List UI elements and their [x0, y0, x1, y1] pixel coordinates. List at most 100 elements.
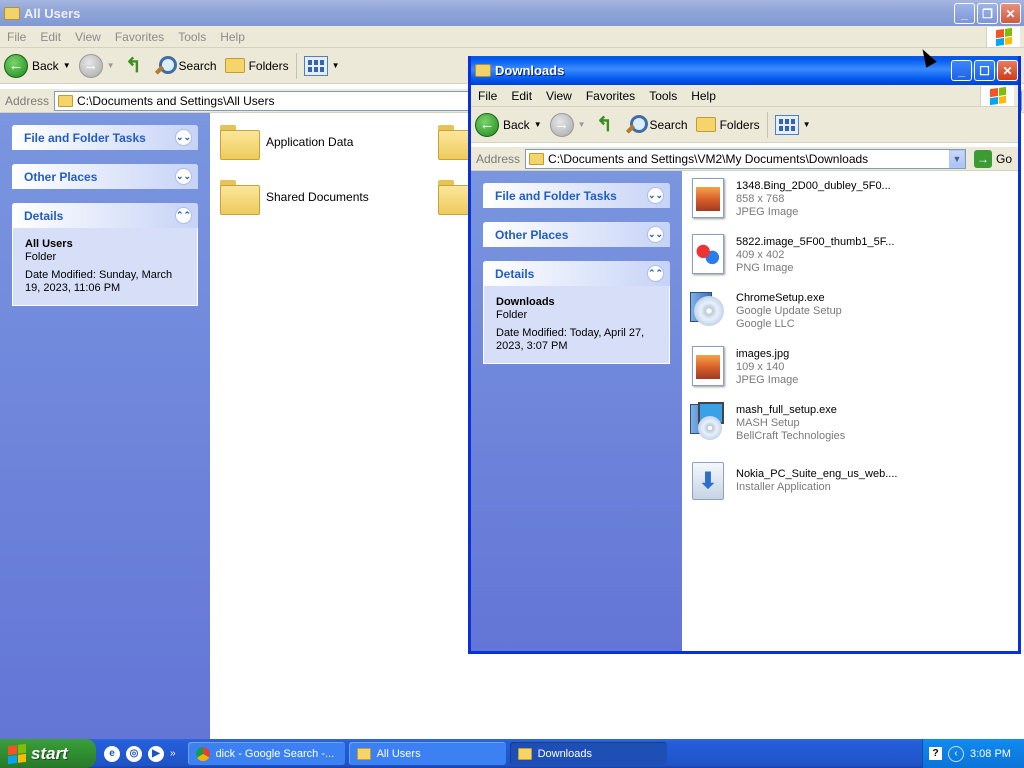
toolbar: ← Back ▼ → ▼ ↰ Search Folders ▼ [471, 107, 1018, 143]
search-button[interactable]: Search [149, 51, 221, 81]
jpeg-file-icon [688, 176, 728, 222]
folder-icon [529, 152, 545, 165]
menu-file[interactable]: File [471, 89, 504, 103]
back-button[interactable]: ← Back ▼ [0, 51, 75, 81]
folder-icon [517, 747, 532, 760]
file-item[interactable]: images.jpg 109 x 140 JPEG Image [688, 344, 798, 390]
folder-icon [4, 6, 20, 20]
expand-icon[interactable]: ⌄⌄ [175, 168, 192, 185]
menu-help[interactable]: Help [213, 30, 252, 44]
other-places-panel[interactable]: Other Places ⌄⌄ [12, 164, 198, 189]
file-item[interactable]: ChromeSetup.exe Google Update Setup Google… [688, 288, 842, 334]
go-button[interactable]: → Go [968, 149, 1018, 168]
file-item[interactable]: mash_full_setup.exe MASH Setup BellCraft T… [688, 400, 845, 446]
file-folder-tasks-panel[interactable]: File and Folder Tasks ⌄⌄ [483, 183, 670, 208]
jpeg-file-icon [688, 344, 728, 390]
folder-item[interactable]: Application Data [220, 125, 353, 160]
forward-button[interactable]: → ▼ [546, 110, 590, 140]
taskbar-item-all-users[interactable]: All Users [348, 742, 506, 765]
titlebar[interactable]: Downloads _ ☐ ✕ [471, 56, 1018, 85]
expand-icon[interactable]: ⌄⌄ [175, 129, 192, 146]
folder-icon [220, 125, 260, 160]
menu-file[interactable]: File [0, 30, 33, 44]
back-button[interactable]: ← Back ▼ [471, 110, 546, 140]
file-item[interactable]: 1348.Bing_2D00_dubley_5F0... 858 x 768 JPE… [688, 176, 891, 222]
up-button[interactable]: ↰ [119, 51, 149, 81]
views-icon [774, 114, 799, 135]
chevron-icon[interactable]: » [170, 748, 176, 759]
forward-arrow-icon: → [78, 53, 103, 78]
downloads-window[interactable]: Downloads _ ☐ ✕ File Edit View Favorites… [468, 56, 1021, 654]
media-player-icon[interactable]: ▶ [148, 745, 164, 762]
taskbar: start e ◎ ▶ » dick - Google Search -... … [0, 739, 1024, 768]
up-folder-icon: ↰ [125, 55, 142, 77]
menu-view[interactable]: View [68, 30, 108, 44]
details-panel: Details ⌃⌃ Downloads Folder Date Modified… [483, 261, 670, 364]
close-button[interactable]: ✕ [1000, 3, 1021, 24]
file-item[interactable]: 5822.image_5F00_thumb1_5F... 409 x 402 PNG… [688, 232, 894, 278]
window-title: All Users [24, 5, 81, 21]
views-icon [303, 55, 328, 76]
menu-edit[interactable]: Edit [33, 30, 68, 44]
start-button[interactable]: start [0, 739, 96, 768]
browser-icon[interactable]: ◎ [126, 745, 142, 762]
collapse-icon[interactable]: ⌃⌃ [175, 207, 192, 224]
folders-button[interactable]: Folders [221, 51, 293, 81]
close-button[interactable]: ✕ [997, 60, 1018, 81]
back-arrow-icon: ← [4, 53, 28, 78]
help-icon[interactable]: ? [929, 747, 942, 760]
png-file-icon [688, 232, 728, 278]
menu-favorites[interactable]: Favorites [579, 89, 642, 103]
back-arrow-icon: ← [475, 112, 499, 137]
taskbar-item-chrome[interactable]: dick - Google Search -... [187, 742, 345, 765]
folders-button[interactable]: Folders [692, 110, 764, 140]
windows-logo [980, 86, 1014, 106]
other-places-panel[interactable]: Other Places ⌄⌄ [483, 222, 670, 247]
minimize-button[interactable]: _ [954, 3, 975, 24]
folder-icon [220, 180, 260, 215]
menu-bar: File Edit View Favorites Tools Help [0, 26, 1024, 48]
file-list: 1348.Bing_2D00_dubley_5F0... 858 x 768 JPE… [682, 171, 1018, 651]
views-button[interactable]: ▼ [300, 51, 344, 81]
menu-help[interactable]: Help [684, 89, 723, 103]
expand-icon[interactable]: ⌄⌄ [647, 226, 664, 243]
restore-button[interactable]: ❐ [977, 3, 998, 24]
collapse-icon[interactable]: ⌃⌃ [647, 265, 664, 282]
menu-tools[interactable]: Tools [642, 89, 684, 103]
show-hidden-icons-icon[interactable]: ‹ [948, 745, 964, 762]
titlebar[interactable]: All Users _ ❐ ✕ [0, 0, 1024, 26]
forward-arrow-icon: → [549, 112, 574, 137]
installer-icon: ⬇ [688, 458, 728, 504]
expand-icon[interactable]: ⌄⌄ [647, 187, 664, 204]
folders-icon [224, 58, 245, 73]
menu-tools[interactable]: Tools [171, 30, 213, 44]
maximize-button[interactable]: ☐ [974, 60, 995, 81]
forward-button[interactable]: → ▼ [75, 51, 119, 81]
minimize-button[interactable]: _ [951, 60, 972, 81]
address-label: Address [476, 151, 521, 166]
search-button[interactable]: Search [620, 110, 692, 140]
views-button[interactable]: ▼ [771, 110, 815, 140]
folder-icon [356, 747, 371, 760]
details-name: Downloads [496, 296, 555, 308]
internet-explorer-icon[interactable]: e [104, 745, 120, 762]
file-item[interactable]: ⬇ Nokia_PC_Suite_eng_us_web.... Installer… [688, 458, 897, 504]
setup-exe-icon [688, 400, 728, 446]
details-panel: Details ⌃⌃ All Users Folder Date Modified… [12, 203, 198, 306]
menu-view[interactable]: View [539, 89, 579, 103]
address-input[interactable]: C:\Documents and Settings\VM2\My Documen… [525, 148, 966, 169]
clock[interactable]: 3:08 PM [970, 748, 1011, 760]
system-tray: ? ‹ 3:08 PM [922, 739, 1024, 768]
up-folder-icon: ↰ [596, 114, 613, 136]
file-folder-tasks-panel[interactable]: File and Folder Tasks ⌄⌄ [12, 125, 198, 150]
menu-edit[interactable]: Edit [504, 89, 539, 103]
details-modified: Date Modified: Today, April 27, 2023, 3:… [496, 327, 645, 352]
menu-favorites[interactable]: Favorites [108, 30, 171, 44]
search-icon [624, 114, 648, 136]
taskbar-item-downloads[interactable]: Downloads [509, 742, 667, 765]
folder-icon [475, 64, 491, 77]
chrome-icon [195, 746, 210, 761]
address-dropdown-icon[interactable]: ▼ [948, 149, 965, 168]
folder-item[interactable]: Shared Documents [220, 180, 369, 215]
up-button[interactable]: ↰ [590, 110, 620, 140]
